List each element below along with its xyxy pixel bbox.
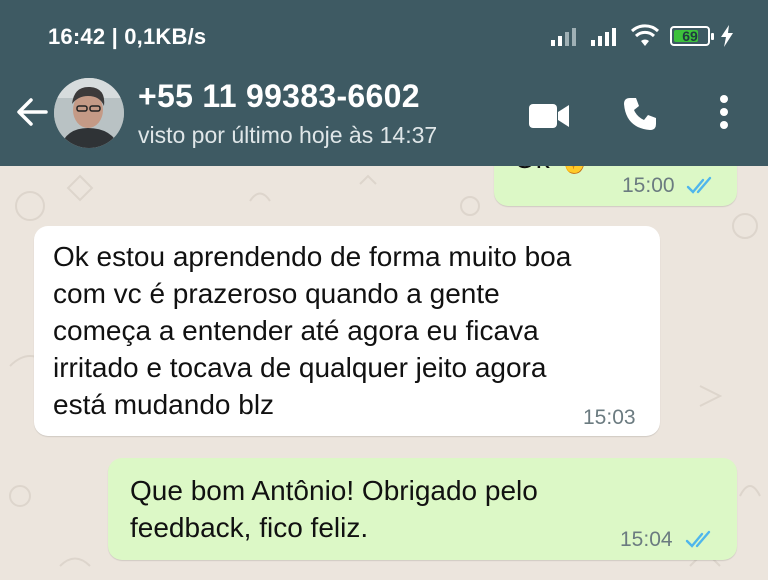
message-time: 15:04 xyxy=(620,528,673,551)
message-text: Ok ☝ xyxy=(514,166,592,177)
message-text: Ok estou aprendendo de forma muito boa c… xyxy=(53,238,571,423)
video-call-icon[interactable] xyxy=(528,102,570,130)
battery-level: 69 xyxy=(682,28,698,44)
phone-call-icon[interactable] xyxy=(622,96,658,132)
chat-header: 16:42 | 0,1KB/s 69 +55 11 99383-6602 vis… xyxy=(0,0,768,166)
signal-icon xyxy=(551,28,576,46)
message-line: Ok estou aprendendo de forma muito boa xyxy=(53,241,572,272)
message-line: feedback, fico feliz. xyxy=(130,512,369,543)
message-bubble-incoming[interactable]: Ok estou aprendendo de forma muito boa c… xyxy=(34,226,660,436)
contact-bar: +55 11 99383-6602 visto por último hoje … xyxy=(0,72,768,166)
message-line: com vc é prazeroso quando a gente xyxy=(53,278,500,309)
read-receipt-icon xyxy=(686,176,712,194)
status-time-speed: 16:42 | 0,1KB/s xyxy=(48,24,207,49)
message-line: irritado e tocava de qualquer jeito agor… xyxy=(53,352,547,383)
back-arrow-icon[interactable] xyxy=(14,94,50,130)
read-receipt-icon xyxy=(685,530,711,548)
chat-area[interactable]: Ok ☝ 15:00 Ok estou aprendendo de forma … xyxy=(0,166,768,580)
avatar[interactable] xyxy=(54,78,124,148)
message-line: está mudando blz xyxy=(53,389,275,420)
last-seen-status: visto por último hoje às 14:37 xyxy=(138,122,438,148)
avatar-photo xyxy=(54,78,124,148)
message-bubble-outgoing[interactable]: Ok ☝ 15:00 xyxy=(494,166,737,206)
message-text: Que bom Antônio! Obrigado pelo feedback,… xyxy=(130,472,538,546)
status-icons: 69 xyxy=(550,22,734,50)
status-bar: 16:42 | 0,1KB/s 69 xyxy=(0,0,768,72)
message-time: 15:03 xyxy=(583,406,636,429)
contact-name[interactable]: +55 11 99383-6602 xyxy=(138,78,420,115)
battery-icon: 69 xyxy=(670,26,714,46)
message-line: Que bom Antônio! Obrigado pelo xyxy=(130,475,538,506)
message-time: 15:00 xyxy=(622,174,675,197)
message-line: começa a entender até agora eu ficava xyxy=(53,315,539,346)
wifi-icon xyxy=(630,24,660,46)
signal-icon xyxy=(591,28,616,46)
more-options-icon[interactable] xyxy=(718,94,730,130)
message-bubble-outgoing[interactable]: Que bom Antônio! Obrigado pelo feedback,… xyxy=(108,458,737,560)
charging-icon xyxy=(721,25,733,47)
